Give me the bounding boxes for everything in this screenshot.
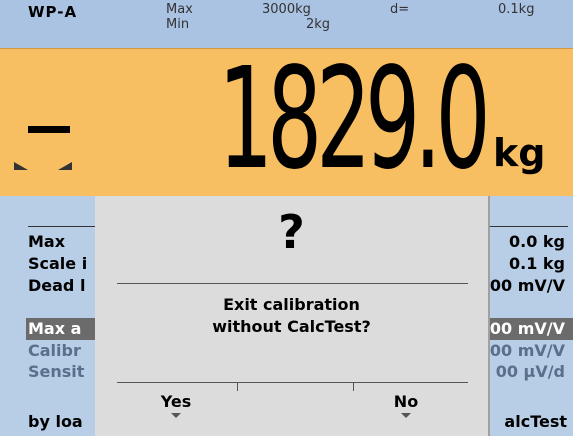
menu-row-label[interactable]: Dead l	[28, 276, 85, 296]
chevron-down-icon	[171, 413, 181, 418]
softkey-left-label[interactable]: by loa	[28, 412, 83, 431]
dialog-softkey-bar	[117, 382, 468, 383]
softkey-divider	[237, 383, 238, 391]
menu-row-label-disabled: Sensit	[28, 362, 85, 381]
chevron-down-icon	[401, 413, 411, 418]
menu-row-value-disabled: 00 µV/d	[495, 362, 565, 381]
question-icon: ?	[278, 205, 305, 259]
max-capacity-value: 3000kg	[262, 2, 311, 17]
no-button-label: No	[393, 392, 419, 411]
dialog-message: Exit calibration without CalcTest?	[95, 294, 488, 338]
exit-calibration-dialog: ? Exit calibration without CalcTest? Yes…	[95, 196, 488, 436]
yes-button-label: Yes	[160, 392, 192, 411]
no-button[interactable]: No	[351, 392, 461, 418]
softkey-right-label[interactable]: alcTest	[504, 412, 567, 431]
yes-button[interactable]: Yes	[121, 392, 231, 418]
softkey-divider	[353, 383, 354, 391]
menu-row-label[interactable]: Max	[28, 232, 65, 252]
max-capacity-label: Max	[166, 2, 193, 17]
menu-row-value: 00 mV/V	[489, 276, 565, 295]
menu-row-label-disabled: Calibr	[28, 341, 81, 360]
menu-row-value-disabled: 00 mV/V	[489, 341, 565, 360]
weight-value: 1829.0	[218, 38, 491, 201]
division-value: 0.1kg	[498, 2, 535, 17]
menu-row-value-selected: 00 mV/V	[489, 319, 565, 338]
menu-row-value: 0.0 kg	[508, 232, 565, 251]
division-label: d=	[390, 2, 410, 17]
menu-row-value: 0.1 kg	[508, 254, 565, 273]
dialog-separator	[117, 283, 468, 284]
negative-sign	[28, 126, 70, 133]
menu-row-label[interactable]: Scale i	[28, 254, 87, 274]
dialog-message-line2: without CalcTest?	[212, 317, 371, 336]
menu-row-label-selected[interactable]: Max a	[28, 319, 81, 339]
dialog-message-line1: Exit calibration	[223, 295, 360, 314]
weight-unit: kg	[493, 131, 546, 175]
min-capacity-value: 2kg	[305, 17, 330, 32]
scale-id: WP-A	[28, 3, 78, 21]
zero-center-icon	[14, 162, 72, 170]
min-capacity-label: Min	[166, 17, 190, 32]
